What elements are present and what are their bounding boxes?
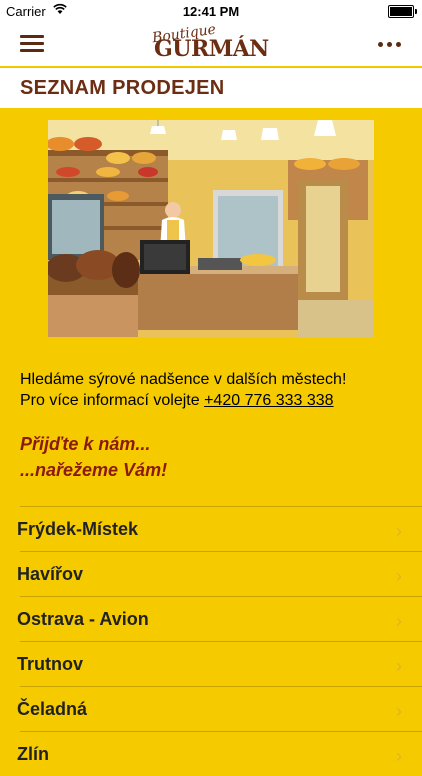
store-list: Frýdek-Místek › Havířov › Ostrava - Avio… [0,506,422,776]
clock: 12:41 PM [182,4,240,19]
chevron-right-icon: › [396,701,402,721]
battery-icon [388,5,417,18]
chevron-right-icon: › [396,656,402,676]
store-item-celadna[interactable]: Čeladná › [17,686,422,731]
info-line2: Pro více informací volejte +420 776 333 … [20,390,410,411]
menu-icon[interactable] [20,35,44,53]
store-label: Ostrava - Avion [17,609,149,629]
info-line2-prefix: Pro více informací volejte [20,392,205,409]
store-label: Havířov [17,564,84,584]
store-item-frydek-mistek[interactable]: Frýdek-Místek › [17,506,422,551]
page-title: SEZNAM PRODEJEN [20,77,225,99]
store-label: Čeladná [17,699,88,719]
slogan-line1: Přijďte k nám... [20,434,151,454]
chevron-right-icon: › [396,521,402,541]
info-text: Hledáme sýrové nadšence v dalších městec… [20,369,410,411]
phone-link[interactable]: +420 776 333 338 [204,392,333,409]
logo-title: GURMÁN [154,36,269,62]
info-line1: Hledáme sýrové nadšence v dalších městec… [20,371,347,388]
shop-photo [48,120,374,337]
chevron-right-icon: › [396,566,402,586]
store-item-ostrava-avion[interactable]: Ostrava - Avion › [17,596,422,641]
store-item-trutnov[interactable]: Trutnov › [17,641,422,686]
shop-interior-image [48,120,374,337]
brand-logo: Boutique GURMÁN [148,22,269,64]
store-item-zlin[interactable]: Zlín › [17,731,422,776]
chevron-right-icon: › [396,611,402,631]
more-icon[interactable] [378,42,404,48]
store-item-havirov[interactable]: Havířov › [17,551,422,596]
store-label: Zlín [17,744,49,764]
section-header: SEZNAM PRODEJEN [0,68,422,108]
status-bar: Carrier 12:41 PM [0,0,422,22]
slogan-line2: ...nařežeme Vám! [20,460,168,480]
chevron-right-icon: › [396,746,402,766]
nav-bar: Boutique GURMÁN [0,22,422,68]
store-label: Trutnov [17,654,83,674]
slogan: Přijďte k nám... ...nařežeme Vám! [20,431,167,483]
store-label: Frýdek-Místek [17,519,139,539]
